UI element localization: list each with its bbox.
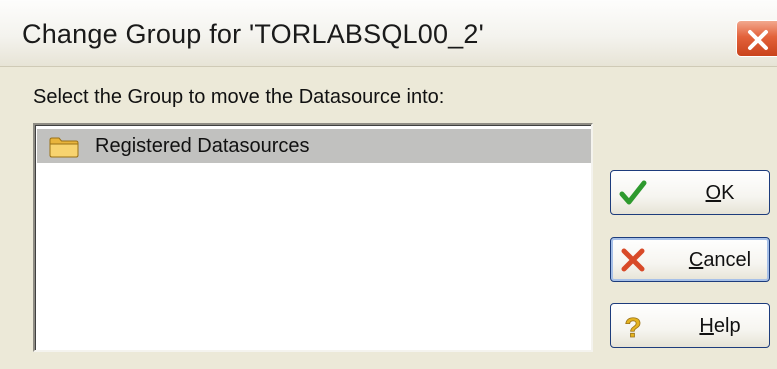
- question-icon: ?: [624, 312, 642, 340]
- close-button[interactable]: [736, 20, 777, 57]
- instruction-label: Select the Group to move the Datasource …: [33, 86, 445, 108]
- ok-button-label: OK: [705, 182, 735, 204]
- cross-icon: [621, 248, 645, 272]
- list-item-label: Registered Datasources: [95, 135, 310, 157]
- svg-text:?: ?: [624, 312, 641, 340]
- change-group-dialog: Change Group for 'TORLABSQL00_2' Select …: [0, 0, 777, 369]
- cancel-button[interactable]: Cancel: [610, 237, 770, 282]
- checkmark-icon: [619, 180, 647, 205]
- help-button[interactable]: ? Help: [610, 303, 770, 348]
- help-button-label: Help: [699, 315, 741, 337]
- group-listbox[interactable]: Registered Datasources: [33, 123, 593, 352]
- folder-icon: [49, 137, 79, 158]
- close-icon: [748, 30, 768, 50]
- list-item-registered-datasources[interactable]: Registered Datasources: [37, 129, 591, 163]
- dialog-title: Change Group for 'TORLABSQL00_2': [22, 19, 484, 49]
- ok-button[interactable]: OK: [610, 170, 770, 215]
- title-bar[interactable]: Change Group for 'TORLABSQL00_2': [0, 0, 777, 67]
- cancel-button-label: Cancel: [688, 249, 752, 271]
